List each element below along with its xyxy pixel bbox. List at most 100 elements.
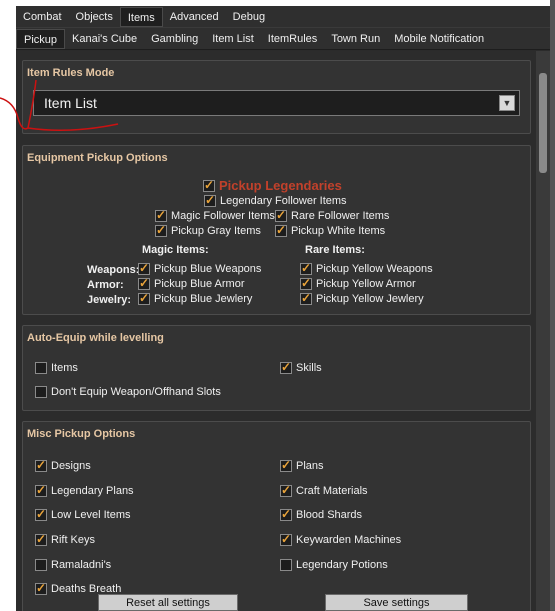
- checkbox-box[interactable]: ✓: [275, 208, 287, 222]
- tab-items[interactable]: Items: [119, 6, 163, 27]
- check-icon: ✓: [204, 177, 215, 192]
- checkbox-box[interactable]: ✓: [280, 458, 292, 472]
- low-level-items-checkbox[interactable]: ✓ Low Level Items: [35, 507, 130, 521]
- auto-equip-group: Auto-Equip while levelling Items ✓ Skill…: [22, 325, 531, 411]
- save-settings-button[interactable]: Save settings: [325, 594, 468, 611]
- tab-item-list[interactable]: Item List: [205, 29, 261, 49]
- item-rules-mode-dropdown[interactable]: Item List ▼: [33, 90, 520, 116]
- checkbox-box[interactable]: ✓: [280, 360, 292, 374]
- magic-items-header: Magic Items:: [142, 244, 209, 256]
- yellow-jewelry-checkbox[interactable]: ✓ Pickup Yellow Jewlery: [300, 291, 424, 305]
- tab-debug[interactable]: Debug: [226, 7, 272, 27]
- check-icon: ✓: [139, 276, 150, 290]
- tab-objects[interactable]: Objects: [69, 7, 120, 27]
- reset-all-settings-button[interactable]: Reset all settings: [98, 594, 238, 611]
- checkbox-box[interactable]: ✓: [35, 532, 47, 546]
- checkbox-box[interactable]: ✓: [280, 483, 292, 497]
- check-icon: ✓: [301, 291, 312, 305]
- equipment-pickup-group: Equipment Pickup Options ✓ Pickup Legend…: [22, 145, 531, 315]
- rare-follower-checkbox[interactable]: ✓ Rare Follower Items: [275, 208, 389, 222]
- tab-town-run[interactable]: Town Run: [324, 29, 387, 49]
- dont-equip-weapon-checkbox[interactable]: Don't Equip Weapon/Offhand Slots: [35, 386, 221, 398]
- checkbox-label: Legendary Plans: [51, 485, 134, 497]
- chevron-down-icon[interactable]: ▼: [499, 95, 515, 111]
- checkbox-box[interactable]: ✓: [35, 483, 47, 497]
- check-icon: ✓: [205, 193, 216, 207]
- scrollbar-thumb[interactable]: [539, 73, 547, 173]
- checkbox-box[interactable]: ✓: [300, 276, 312, 290]
- check-icon: ✓: [139, 261, 150, 275]
- tab-gambling[interactable]: Gambling: [144, 29, 205, 49]
- checkbox-label: Designs: [51, 460, 91, 472]
- blood-shards-checkbox[interactable]: ✓ Blood Shards: [280, 507, 362, 521]
- checkbox-box[interactable]: ✓: [155, 208, 167, 222]
- designs-checkbox[interactable]: ✓ Designs: [35, 458, 91, 472]
- check-icon: ✓: [281, 483, 292, 497]
- checkbox-label: Pickup White Items: [291, 225, 386, 237]
- craft-materials-checkbox[interactable]: ✓ Craft Materials: [280, 483, 368, 497]
- checkbox-box[interactable]: ✓: [35, 458, 47, 472]
- group-title: Equipment Pickup Options: [27, 152, 168, 164]
- checkbox-label: Pickup Legendaries: [219, 178, 342, 193]
- legendary-follower-checkbox[interactable]: ✓ Legendary Follower Items: [204, 193, 347, 207]
- legendary-plans-checkbox[interactable]: ✓ Legendary Plans: [35, 483, 134, 497]
- pickup-legendaries-checkbox[interactable]: ✓ Pickup Legendaries: [203, 178, 342, 193]
- group-title: Item Rules Mode: [27, 67, 115, 79]
- checkbox-box[interactable]: ✓: [138, 291, 150, 305]
- tab-advanced[interactable]: Advanced: [163, 7, 226, 27]
- yellow-weapons-checkbox[interactable]: ✓ Pickup Yellow Weapons: [300, 261, 433, 275]
- checkbox-box[interactable]: ✓: [300, 291, 312, 305]
- tab-itemrules[interactable]: ItemRules: [261, 29, 325, 49]
- legendary-potions-checkbox[interactable]: Legendary Potions: [280, 559, 388, 571]
- auto-equip-items-checkbox[interactable]: Items: [35, 362, 78, 374]
- check-icon: ✓: [36, 483, 47, 497]
- check-icon: ✓: [276, 208, 287, 222]
- checkbox-label: Keywarden Machines: [296, 534, 402, 546]
- tab-kanais-cube[interactable]: Kanai's Cube: [65, 29, 144, 49]
- checkbox-label: Pickup Yellow Jewlery: [316, 293, 424, 305]
- checkbox-box[interactable]: ✓: [138, 261, 150, 275]
- check-icon: ✓: [281, 458, 292, 472]
- checkbox-label: Pickup Blue Jewlery: [154, 293, 253, 305]
- tab-pickup[interactable]: Pickup: [16, 28, 66, 49]
- checkbox-label: Plans: [296, 460, 324, 472]
- pickup-gray-checkbox[interactable]: ✓ Pickup Gray Items: [155, 223, 261, 237]
- plans-checkbox[interactable]: ✓ Plans: [280, 458, 324, 472]
- auto-equip-skills-checkbox[interactable]: ✓ Skills: [280, 360, 322, 374]
- checkbox-box[interactable]: [35, 362, 47, 374]
- blue-jewelry-checkbox[interactable]: ✓ Pickup Blue Jewlery: [138, 291, 253, 305]
- dropdown-value: Item List: [44, 95, 97, 111]
- checkbox-box[interactable]: ✓: [155, 223, 167, 237]
- checkbox-box[interactable]: ✓: [35, 581, 47, 595]
- checkbox-box[interactable]: ✓: [300, 261, 312, 275]
- group-title: Misc Pickup Options: [27, 428, 136, 440]
- main-tab-bar: Combat Objects Items Advanced Debug: [16, 6, 550, 28]
- ramaladnis-checkbox[interactable]: Ramaladni's: [35, 559, 111, 571]
- checkbox-box[interactable]: [280, 559, 292, 571]
- checkbox-label: Legendary Potions: [296, 559, 388, 571]
- pickup-white-checkbox[interactable]: ✓ Pickup White Items: [275, 223, 386, 237]
- blue-armor-checkbox[interactable]: ✓ Pickup Blue Armor: [138, 276, 244, 290]
- check-icon: ✓: [36, 532, 47, 546]
- magic-follower-checkbox[interactable]: ✓ Magic Follower Items: [155, 208, 275, 222]
- checkbox-box[interactable]: ✓: [275, 223, 287, 237]
- blue-weapons-checkbox[interactable]: ✓ Pickup Blue Weapons: [138, 261, 261, 275]
- checkbox-box[interactable]: ✓: [204, 193, 216, 207]
- checkbox-box[interactable]: [35, 386, 47, 398]
- rare-items-header: Rare Items:: [305, 244, 365, 256]
- checkbox-box[interactable]: ✓: [280, 532, 292, 546]
- vertical-scrollbar[interactable]: [536, 51, 550, 611]
- yellow-armor-checkbox[interactable]: ✓ Pickup Yellow Armor: [300, 276, 416, 290]
- checkbox-box[interactable]: ✓: [203, 177, 215, 192]
- checkbox-box[interactable]: ✓: [138, 276, 150, 290]
- rift-keys-checkbox[interactable]: ✓ Rift Keys: [35, 532, 96, 546]
- checkbox-label: Rift Keys: [51, 534, 96, 546]
- keywarden-machines-checkbox[interactable]: ✓ Keywarden Machines: [280, 532, 402, 546]
- checkbox-box[interactable]: [35, 559, 47, 571]
- tab-mobile-notification[interactable]: Mobile Notification: [387, 29, 491, 49]
- jewelry-label: Jewelry:: [87, 294, 132, 306]
- checkbox-box[interactable]: ✓: [280, 507, 292, 521]
- checkbox-box[interactable]: ✓: [35, 507, 47, 521]
- tab-combat[interactable]: Combat: [16, 7, 69, 27]
- weapons-label: Weapons:: [87, 264, 140, 276]
